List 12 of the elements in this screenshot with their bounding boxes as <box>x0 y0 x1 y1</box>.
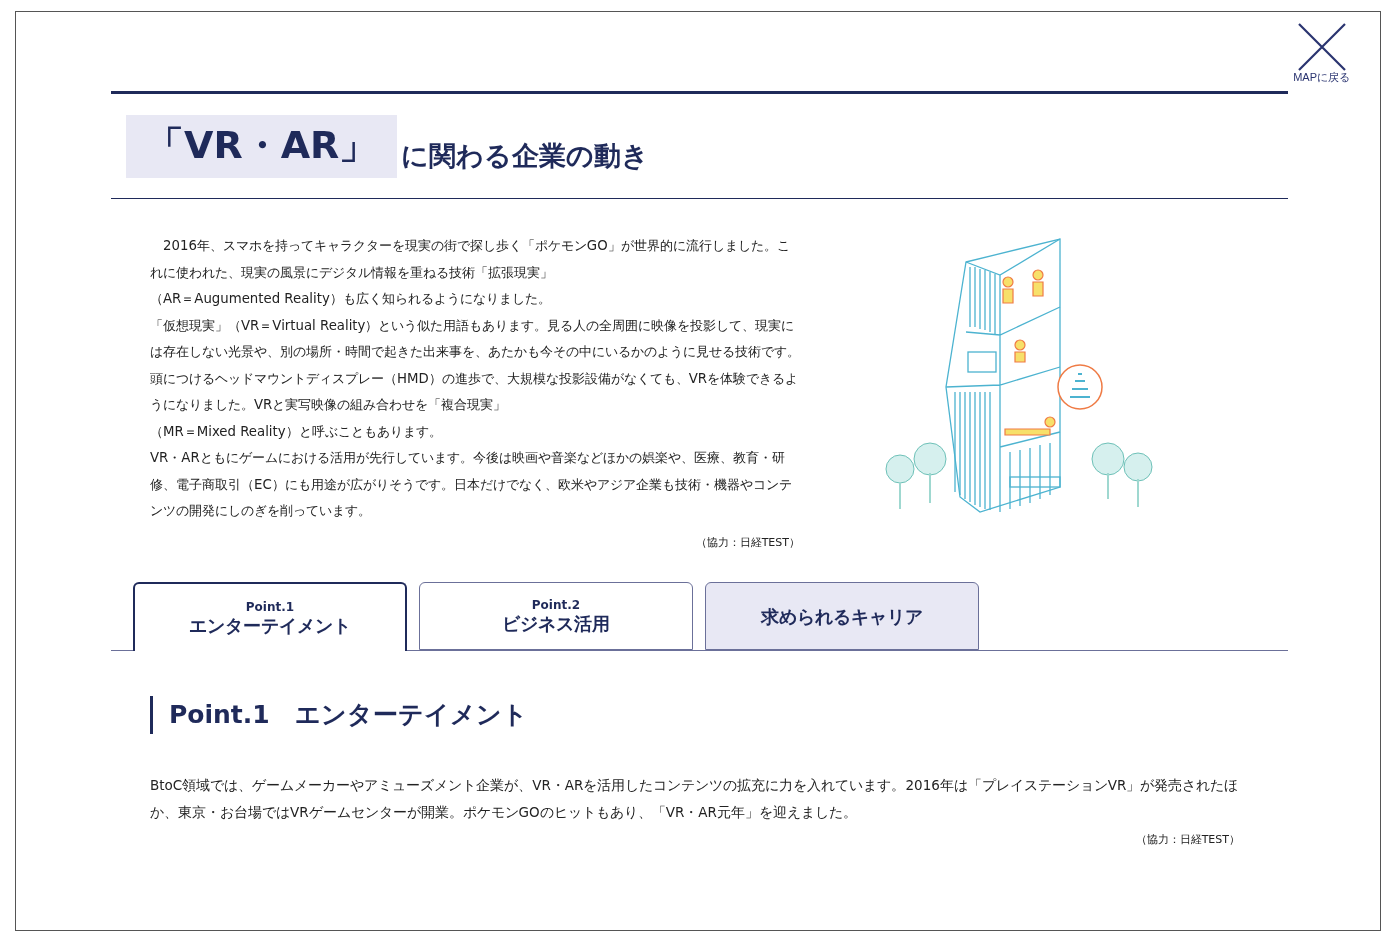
tab[interactable]: 求められるキャリア <box>705 581 979 650</box>
tab[interactable]: Point.2 ビジネス活用 <box>419 581 693 650</box>
page-title: に関わる企業の動き <box>400 139 650 173</box>
section-heading: Point.1 エンターテイメント <box>150 695 1288 734</box>
title-highlight: 「VR・AR」 <box>126 115 398 178</box>
tab[interactable]: Point.1 エンターテイメント <box>133 581 407 651</box>
section-paragraph: BtoC領域では、ゲームメーカーやアミューズメント企業が、VR・ARを活用したコンテンツの拡充に力を入れています。2016年は「プレイステーションVR」が発売されたほか、東京・お台場ではVRゲームセンターが開業。ポケモンGOのヒットもあり、「VR・AR元年」を迎えました。 <box>150 775 1240 822</box>
close-icon <box>1296 22 1347 72</box>
close-button[interactable]: MAPに戻る <box>1293 22 1350 85</box>
credit-note: （協力：日経TEST） <box>1134 831 1240 847</box>
intro-paragraph: 2016年、スマホを持ってキャラクターを現実の街で探し歩く「ポケモンGO」が世界的に流行しました。これに使われた、現実の風景にデジタル情報を重ねる技術「拡張現実」 （AR＝Augumented Reality）も広く知られるようになりました。 「仮想現実」（VR＝Virtual Reality）という似た用語もあります。見る人の全周囲に映像を投影して、現実には存在しない光景や、別の場所・時間で起きた出来事を、あたかも今その中にいるかのように見せる技術です。頭につけるヘッドマウントディスプレー（HMD）の進歩で、大規模な投影設備がなくても、VRを体験できるようになりました。VRと実写映像の組み合わせを「複合現実」 （MR＝Mixed Reality）と呼ぶこともあります。 VR・ARともにゲームにおける活用が先行しています。今後は映画や音楽などほかの娯楽や、医療、教育・研修、電子商取引（EC）にも用途が広がりそうです。日本だけでなく、欧米やアジア企業も技術・機器やコンテンツの開発にしのぎを削っています。 <box>150 237 800 520</box>
credit-note: （協力：日経TEST） <box>694 534 800 550</box>
